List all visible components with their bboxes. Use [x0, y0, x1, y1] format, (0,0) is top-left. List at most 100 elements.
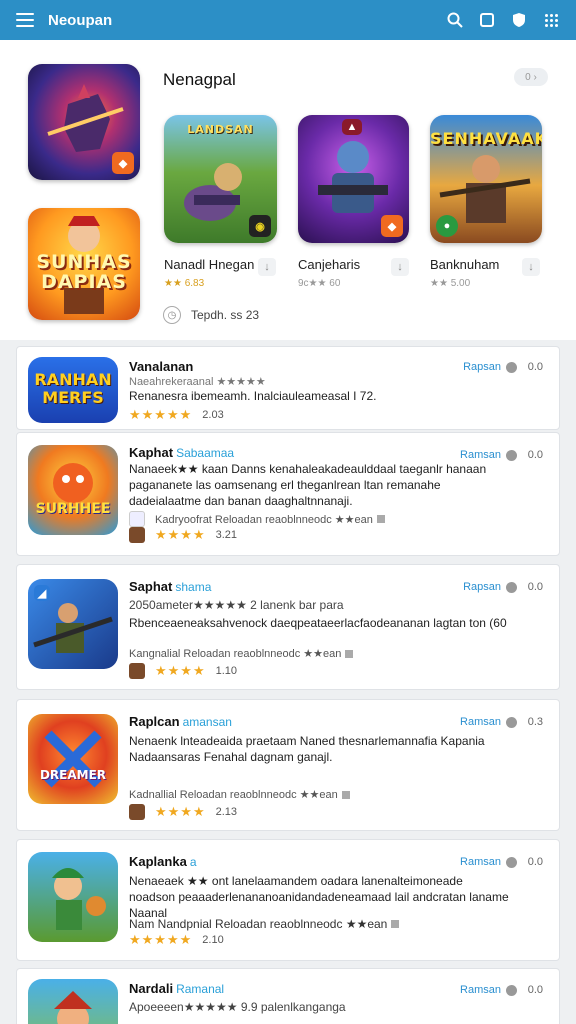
featured-section: ◆ SUNHAS DAPIAS Nenagpal 0 › LANDSAN ◉ ▲…: [0, 40, 576, 340]
app-subtitle: 2050ameter★★★★★ 2 lanenk bar para: [129, 598, 344, 612]
app-name-text: Saphat: [129, 579, 173, 594]
rating-value: 3.21: [215, 529, 238, 541]
app-action-link[interactable]: Ramsan: [460, 449, 501, 461]
app-tag: Ramanal: [176, 982, 225, 996]
app-action-link[interactable]: Ramsan: [460, 984, 501, 996]
app-name-text: Kaplanka: [129, 854, 187, 869]
rating-value: 2.03: [202, 409, 224, 421]
app-icon-title: SURHHEE: [35, 501, 111, 517]
bookmark-icon[interactable]: [478, 11, 496, 29]
app-name: Kaphat Sabaamaa: [129, 445, 234, 460]
app-count: 0.0: [527, 856, 543, 868]
menu-square-icon: [376, 515, 385, 523]
clock-icon: ◷: [163, 306, 181, 324]
menu-square-icon: [391, 920, 400, 928]
download-icon[interactable]: ↓: [391, 258, 409, 276]
game-badge-icon: ◉: [249, 215, 271, 237]
app-header: Neoupan: [0, 0, 576, 40]
rating-stars: ★★★★★: [129, 932, 193, 947]
app-icon: DREAMER: [28, 714, 118, 804]
clock-icon: [506, 582, 517, 593]
app-icon: [28, 979, 118, 1024]
featured-side-art-2[interactable]: SUNHAS DAPIAS: [28, 208, 140, 320]
app-action-link[interactable]: Rapsan: [463, 581, 501, 593]
rating-value: 2.13: [215, 806, 238, 818]
clock-icon: [506, 985, 517, 996]
rating-stars: ★★★★★: [129, 407, 193, 422]
list-item[interactable]: Nardali Ramanal Ramsan 0.0 Apoeeeen★★★★★ …: [16, 968, 560, 1024]
app-tag: a: [189, 855, 197, 869]
app-icon: RANHAN MERFS: [28, 357, 118, 423]
app-tag: shama: [175, 580, 212, 594]
app-icon-title: RANHAN MERFS: [34, 370, 112, 407]
app-icon: SURHHEE: [28, 445, 118, 535]
app-description: Nenaenk lnteadeaida praetaam Naned thesn…: [129, 734, 485, 764]
app-name-text: Vanalanan: [129, 359, 194, 374]
app-tag: amansan: [182, 715, 232, 729]
app-description: Renanesra ibemeamh. Inalciauleameasal I …: [129, 389, 377, 403]
featured-game-rating: 9c★★ 60: [298, 278, 341, 289]
clock-icon: [506, 717, 517, 728]
list-item[interactable]: RANHAN MERFS Vanalanan Rapsan 0.0 Naeahr…: [16, 346, 560, 430]
app-action-link[interactable]: Ramsan: [460, 856, 501, 868]
app-rating: ★★★★★ 2.10: [129, 932, 224, 948]
app-description: Rbenceaeneaksahvenock daeqpeataeerlacfao…: [129, 616, 507, 630]
app-subtitle: Naeahrekeraanal ★★★★★: [129, 376, 266, 388]
developer-avatar-icon: [129, 804, 145, 820]
game-badge-icon: ◢: [34, 585, 50, 601]
featured-game-art-1[interactable]: LANDSAN ◉: [164, 115, 277, 243]
featured-game-rating: ★★ 5.00: [430, 278, 471, 289]
app-tag: Sabaamaa: [176, 446, 235, 460]
featured-side-art-1[interactable]: ◆: [28, 64, 140, 180]
menu-square-icon: [345, 649, 354, 658]
list-item[interactable]: DREAMER Raplcan amansan Ramsan 0.3 Nenaen…: [16, 699, 560, 831]
rating-stars: ★★★★: [155, 804, 206, 819]
rating-stars: ★★★★: [155, 663, 206, 678]
clock-icon: [506, 857, 517, 868]
app-developer: Kadryoofrat Reloadan reaoblnneodc ★★ean: [129, 511, 385, 527]
search-icon[interactable]: [446, 11, 464, 29]
game-badge-icon: ◆: [112, 152, 134, 174]
app-count: 0.3: [527, 716, 543, 728]
updated-info: ◷ Tepdh. ss 23: [163, 306, 259, 324]
app-action-link[interactable]: Rapsan: [463, 361, 501, 373]
featured-game-name[interactable]: Canjeharis: [298, 257, 360, 272]
featured-game-art-3[interactable]: SENHAVAAK ●: [430, 115, 542, 243]
rating-value: 1.10: [215, 665, 238, 677]
list-item[interactable]: ◢ Saphat shama Rapsan 0.0 2050ameter★★★★★…: [16, 564, 560, 690]
app-developer: Kadnallial Reloadan reaoblnneodc ★★ean: [129, 788, 350, 801]
shield-icon[interactable]: [510, 11, 528, 29]
app-name: Saphat shama: [129, 579, 211, 594]
app-name: Raplcan amansan: [129, 714, 232, 729]
see-more-button[interactable]: 0 ›: [514, 68, 548, 86]
download-icon[interactable]: ↓: [258, 258, 276, 276]
section-title: Nenagpal: [163, 70, 236, 89]
download-icon[interactable]: ↓: [522, 258, 540, 276]
app-subtitle: Apoeeeen★★★★★ 9.9 palenlkanganga: [129, 1000, 346, 1014]
chevron-right-icon: ›: [533, 71, 537, 83]
list-item[interactable]: SURHHEE Kaphat Sabaamaa Ramsan 0.0 Nanaee…: [16, 432, 560, 556]
app-developer: Kangnalial Reloadan reaoblnneodc ★★ean: [129, 647, 354, 660]
developer-logo-icon: [129, 511, 145, 527]
app-title: Neoupan: [48, 11, 113, 29]
app-action-link[interactable]: Ramsan: [460, 716, 501, 728]
app-rating: ★★★★ 2.13: [129, 804, 237, 820]
menu-square-icon: [341, 790, 350, 799]
see-more-label: 0: [525, 71, 531, 83]
app-name-text: Raplcan: [129, 714, 180, 729]
list-item[interactable]: Kaplanka a Ramsan 0.0 Nenaeaek ★★ ont lan…: [16, 839, 560, 961]
app-name-text: Kaphat: [129, 445, 174, 460]
app-name-text: Nardali: [129, 981, 174, 996]
developer-text: Kadryoofrat Reloadan reaoblnneodc ★★ean: [155, 513, 373, 526]
featured-game-name[interactable]: Banknuham: [430, 257, 499, 272]
app-name: Kaplanka a: [129, 854, 197, 869]
menu-icon[interactable]: [16, 13, 34, 27]
app-count: 0.0: [527, 449, 543, 461]
grid-icon[interactable]: [542, 11, 560, 29]
app-rating: ★★★★ 3.21: [129, 527, 237, 543]
app-rating: ★★★★ 1.10: [129, 663, 237, 679]
app-description: Nenaeaek ★★ ont lanelaamandem oadara lan…: [129, 874, 509, 920]
app-count: 0.0: [527, 361, 543, 373]
featured-game-name[interactable]: Nanadl Hnegan: [164, 257, 254, 272]
featured-game-art-2[interactable]: ▲ ◆: [298, 115, 409, 243]
